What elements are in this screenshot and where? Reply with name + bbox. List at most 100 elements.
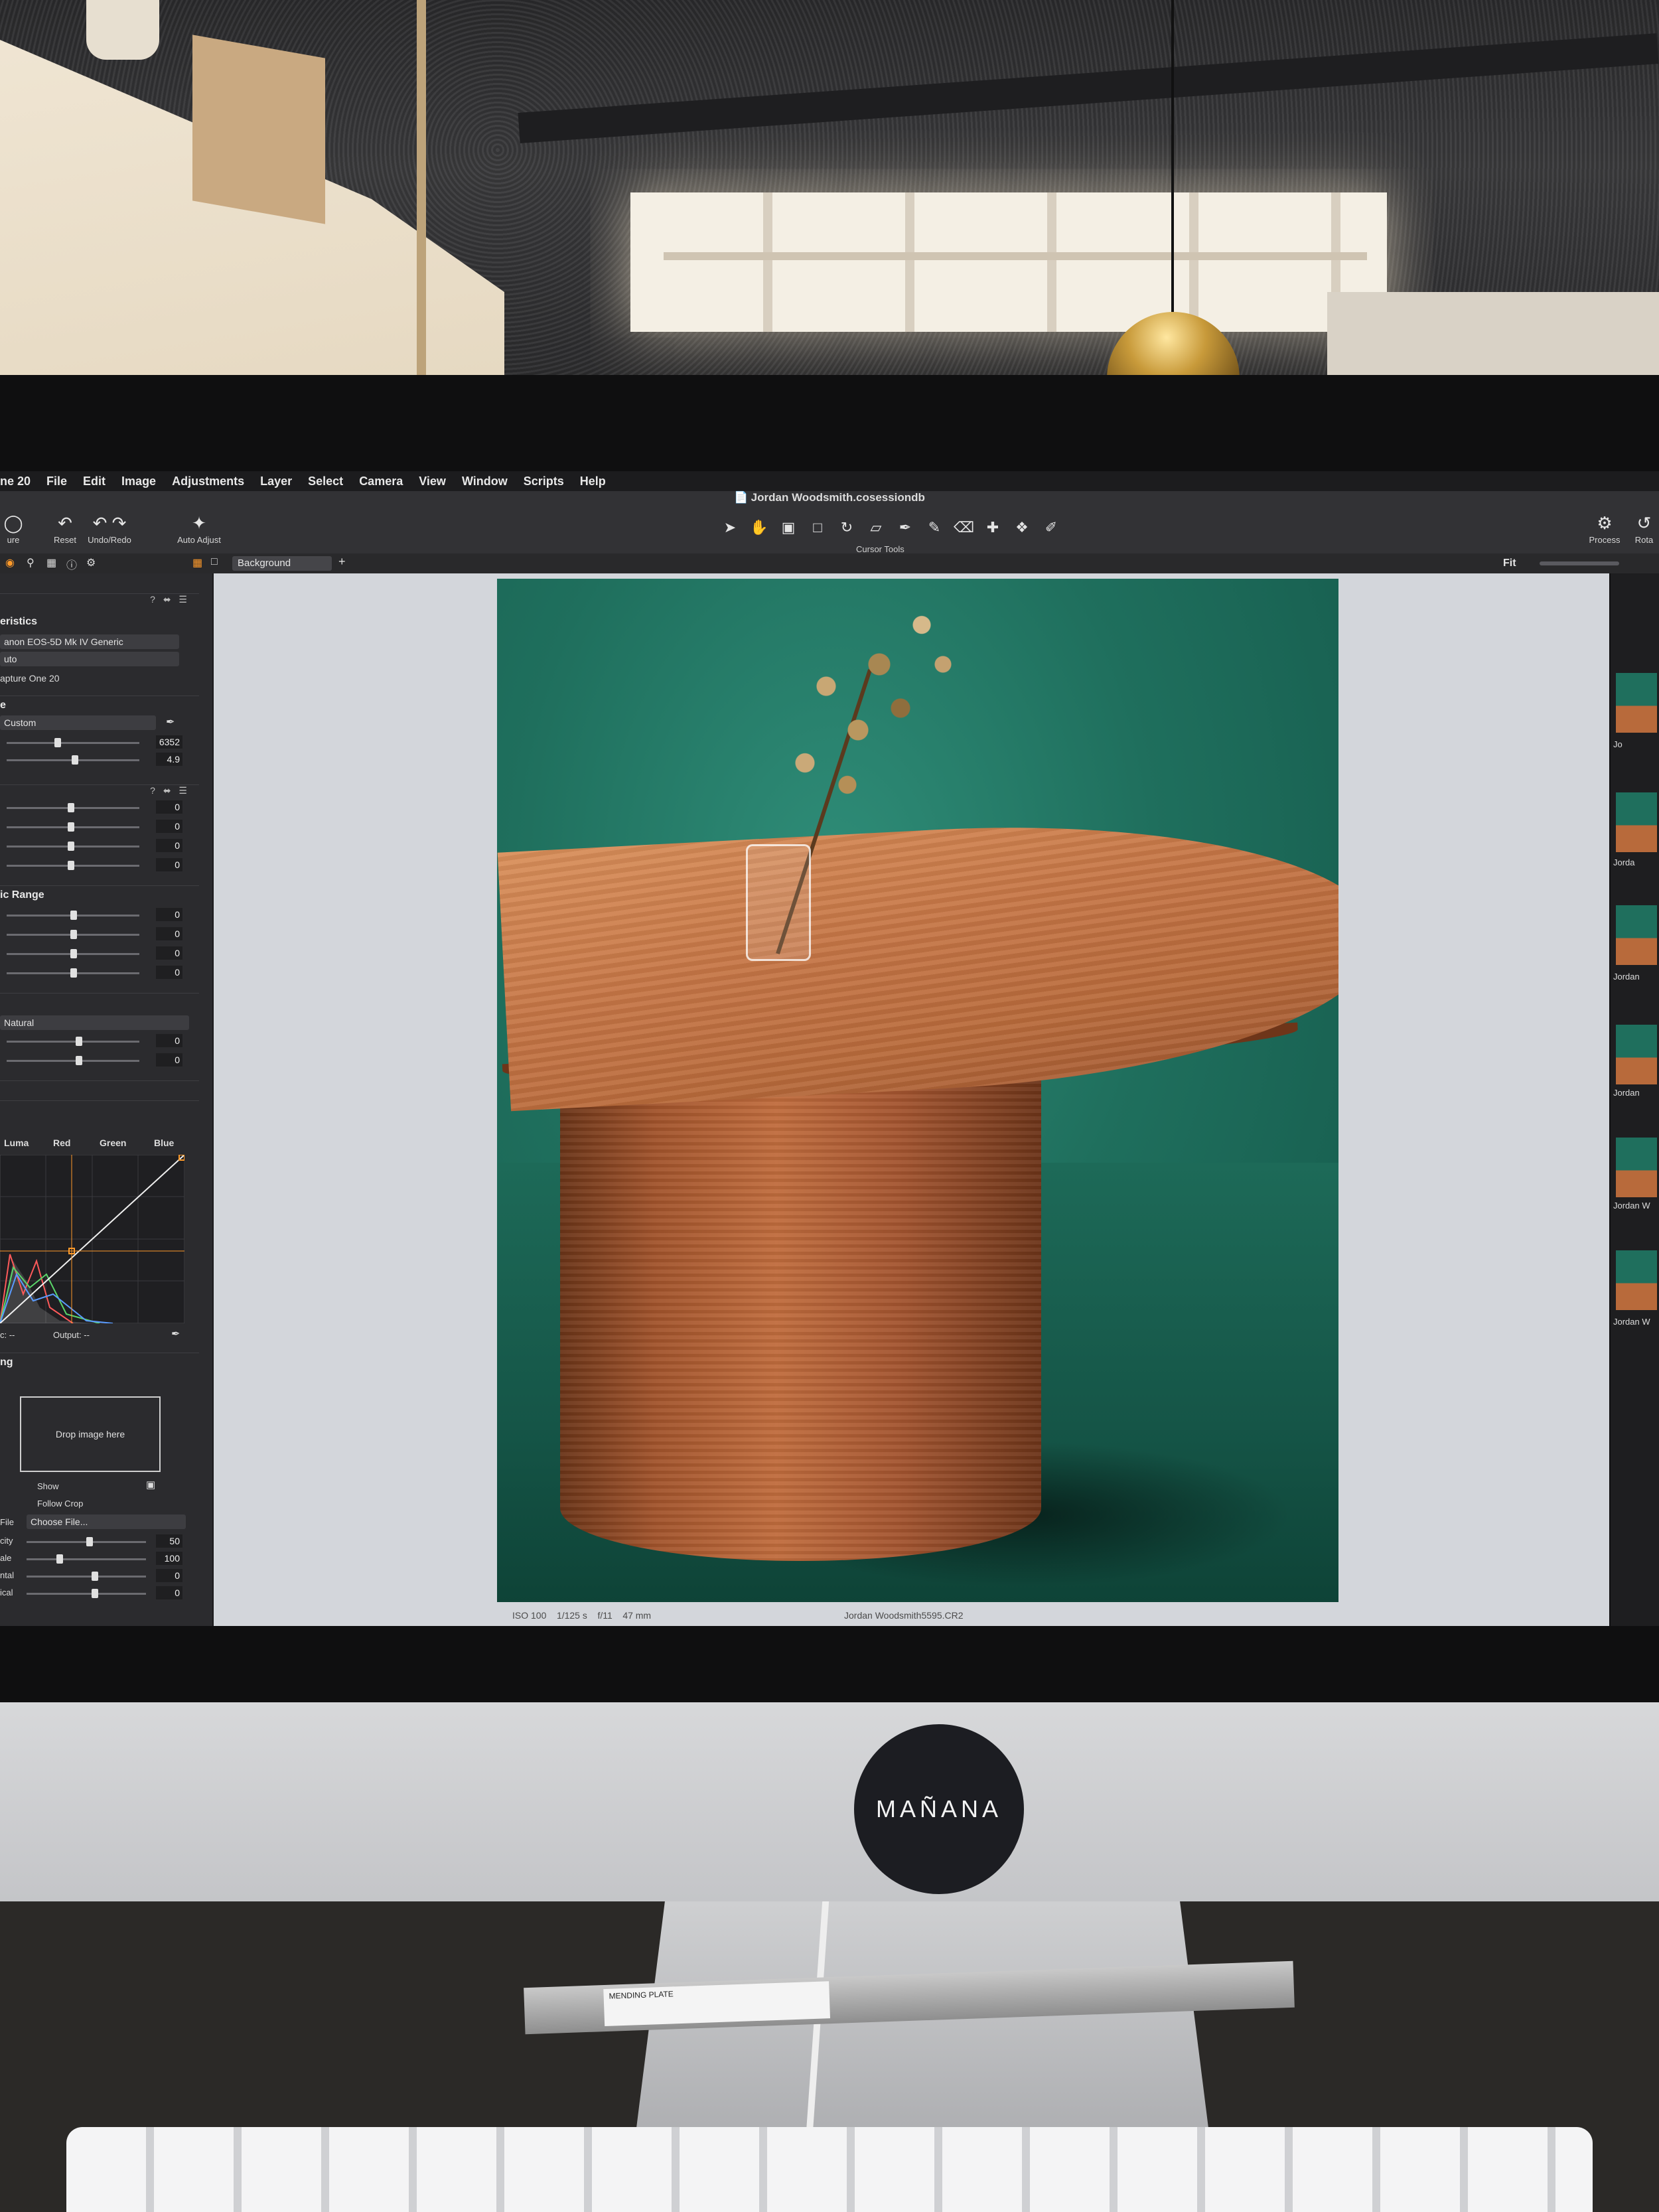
grid-view-icon[interactable]: ▦ <box>192 556 202 569</box>
thumbnail[interactable] <box>1616 792 1657 852</box>
white-slider[interactable] <box>7 968 139 978</box>
horizontal-value[interactable]: 0 <box>156 1569 182 1582</box>
app-menu[interactable]: ne 20 <box>0 475 31 488</box>
capture-button[interactable]: ◯ ure <box>0 514 27 545</box>
kelvin-knob[interactable] <box>54 738 61 747</box>
curve-tab-red[interactable]: Red <box>53 1138 70 1148</box>
layer-select[interactable]: Background <box>232 556 332 571</box>
shadow-slider[interactable] <box>7 930 139 939</box>
library-icon[interactable]: ▦ <box>46 556 56 569</box>
picker-icon[interactable]: ✒ <box>895 519 915 536</box>
thumbnail[interactable] <box>1616 673 1657 733</box>
zoom-fit-label[interactable]: Fit <box>1503 557 1516 569</box>
exposure-value[interactable]: 0 <box>156 800 182 814</box>
highlight-slider[interactable] <box>7 911 139 920</box>
scale-slider[interactable] <box>27 1554 146 1564</box>
wb-picker-icon[interactable]: ✒ <box>166 715 175 729</box>
add-layer-icon[interactable]: + <box>338 555 346 569</box>
curve-select[interactable]: uto <box>0 652 179 666</box>
exposure-controls-icons[interactable]: ? ⬌ ☰ <box>150 785 190 796</box>
shadow-value[interactable]: 0 <box>156 927 182 940</box>
menu-layer[interactable]: Layer <box>260 475 292 488</box>
opacity-slider[interactable] <box>27 1537 146 1546</box>
overlay-options-icon[interactable]: ▣ <box>146 1479 155 1491</box>
white-value[interactable]: 0 <box>156 966 182 979</box>
settings-icon[interactable]: ⚙ <box>86 556 96 569</box>
exposure-slider[interactable] <box>7 803 139 812</box>
wb-mode-select[interactable]: Custom <box>0 715 156 730</box>
show-checkbox-label[interactable]: Show <box>37 1481 59 1491</box>
pan-hand-icon[interactable]: ✋ <box>749 519 769 536</box>
opacity-value[interactable]: 50 <box>156 1534 182 1548</box>
reset-button[interactable]: ↶ Reset <box>52 514 78 545</box>
product-photo[interactable] <box>497 579 1338 1602</box>
heal-icon[interactable]: ✚ <box>983 519 1003 536</box>
menu-file[interactable]: File <box>46 475 67 488</box>
structure-value[interactable]: 0 <box>156 1053 182 1067</box>
scale-value[interactable]: 100 <box>156 1552 182 1565</box>
curve-tab-green[interactable]: Green <box>100 1138 126 1148</box>
search-icon[interactable]: ⚲ <box>27 556 35 569</box>
menu-view[interactable]: View <box>419 475 446 488</box>
info-icon[interactable]: ⓘ <box>66 556 77 572</box>
clarity-value[interactable]: 0 <box>156 1034 182 1047</box>
zoom-slider[interactable] <box>1540 561 1619 565</box>
tool-controls-icons[interactable]: ? ⬌ ☰ <box>150 594 190 605</box>
rotate-button[interactable]: ↺ Rota <box>1629 514 1659 545</box>
single-view-icon[interactable]: □ <box>211 556 218 568</box>
process-button[interactable]: ⚙ Process <box>1585 514 1624 545</box>
black-slider[interactable] <box>7 949 139 958</box>
menu-scripts[interactable]: Scripts <box>524 475 564 488</box>
menu-select[interactable]: Select <box>308 475 343 488</box>
follow-crop-label[interactable]: Follow Crop <box>37 1499 83 1509</box>
menu-camera[interactable]: Camera <box>359 475 403 488</box>
highlight-value[interactable]: 0 <box>156 908 182 921</box>
image-viewer[interactable]: ISO 100 1/125 s f/11 47 mm Jordan Woodsm… <box>214 573 1654 1626</box>
camera-tab-icon[interactable]: ◉ <box>5 556 15 569</box>
thumbnail[interactable] <box>1616 1250 1657 1310</box>
annotate-icon[interactable]: ✐ <box>1041 519 1061 536</box>
menu-adjustments[interactable]: Adjustments <box>172 475 244 488</box>
loupe-icon[interactable]: ▣ <box>778 519 798 536</box>
draw-mask-icon[interactable]: ✎ <box>924 519 944 536</box>
kelvin-value[interactable]: 6352 <box>156 735 182 749</box>
kelvin-slider[interactable] <box>7 738 139 747</box>
clarity-slider[interactable] <box>7 1037 139 1046</box>
crop-icon[interactable]: □ <box>808 519 828 536</box>
black-value[interactable]: 0 <box>156 946 182 960</box>
clone-icon[interactable]: ❖ <box>1012 519 1032 536</box>
undo-redo-button[interactable]: ↶ ↷ Undo/Redo <box>83 514 136 545</box>
icc-profile-select[interactable]: anon EOS-5D Mk IV Generic <box>0 634 179 649</box>
curve-tab-blue[interactable]: Blue <box>154 1138 174 1148</box>
curve-graph[interactable] <box>0 1155 184 1323</box>
brightness-value[interactable]: 0 <box>156 839 182 852</box>
tint-knob[interactable] <box>72 755 78 765</box>
contrast-slider[interactable] <box>7 822 139 832</box>
select-arrow-icon[interactable]: ➤ <box>720 519 740 536</box>
menu-image[interactable]: Image <box>121 475 156 488</box>
saturation-slider[interactable] <box>7 861 139 870</box>
keystone-icon[interactable]: ▱ <box>866 519 886 536</box>
thumbnail[interactable] <box>1616 905 1657 965</box>
menu-help[interactable]: Help <box>580 475 606 488</box>
auto-adjust-button[interactable]: ✦ Auto Adjust <box>171 514 227 545</box>
brightness-slider[interactable] <box>7 842 139 851</box>
contrast-value[interactable]: 0 <box>156 820 182 833</box>
drop-image-box[interactable]: Drop image here <box>20 1396 161 1472</box>
tint-value[interactable]: 4.9 <box>156 753 182 766</box>
curve-picker-icon[interactable]: ✒ <box>171 1327 180 1341</box>
saturation-value[interactable]: 0 <box>156 858 182 871</box>
rotate-icon[interactable]: ↻ <box>837 519 857 536</box>
vertical-value[interactable]: 0 <box>156 1586 182 1599</box>
curve-tab-luma[interactable]: Luma <box>4 1138 29 1148</box>
vertical-slider[interactable] <box>27 1589 146 1598</box>
structure-slider[interactable] <box>7 1056 139 1065</box>
horizontal-slider[interactable] <box>27 1572 146 1581</box>
clarity-method-select[interactable]: Natural <box>0 1015 189 1030</box>
choose-file-select[interactable]: Choose File... <box>27 1514 186 1529</box>
thumbnail[interactable] <box>1616 1025 1657 1084</box>
thumbnail[interactable] <box>1616 1138 1657 1197</box>
menu-window[interactable]: Window <box>462 475 508 488</box>
tint-slider[interactable] <box>7 755 139 765</box>
erase-mask-icon[interactable]: ⌫ <box>954 519 974 536</box>
